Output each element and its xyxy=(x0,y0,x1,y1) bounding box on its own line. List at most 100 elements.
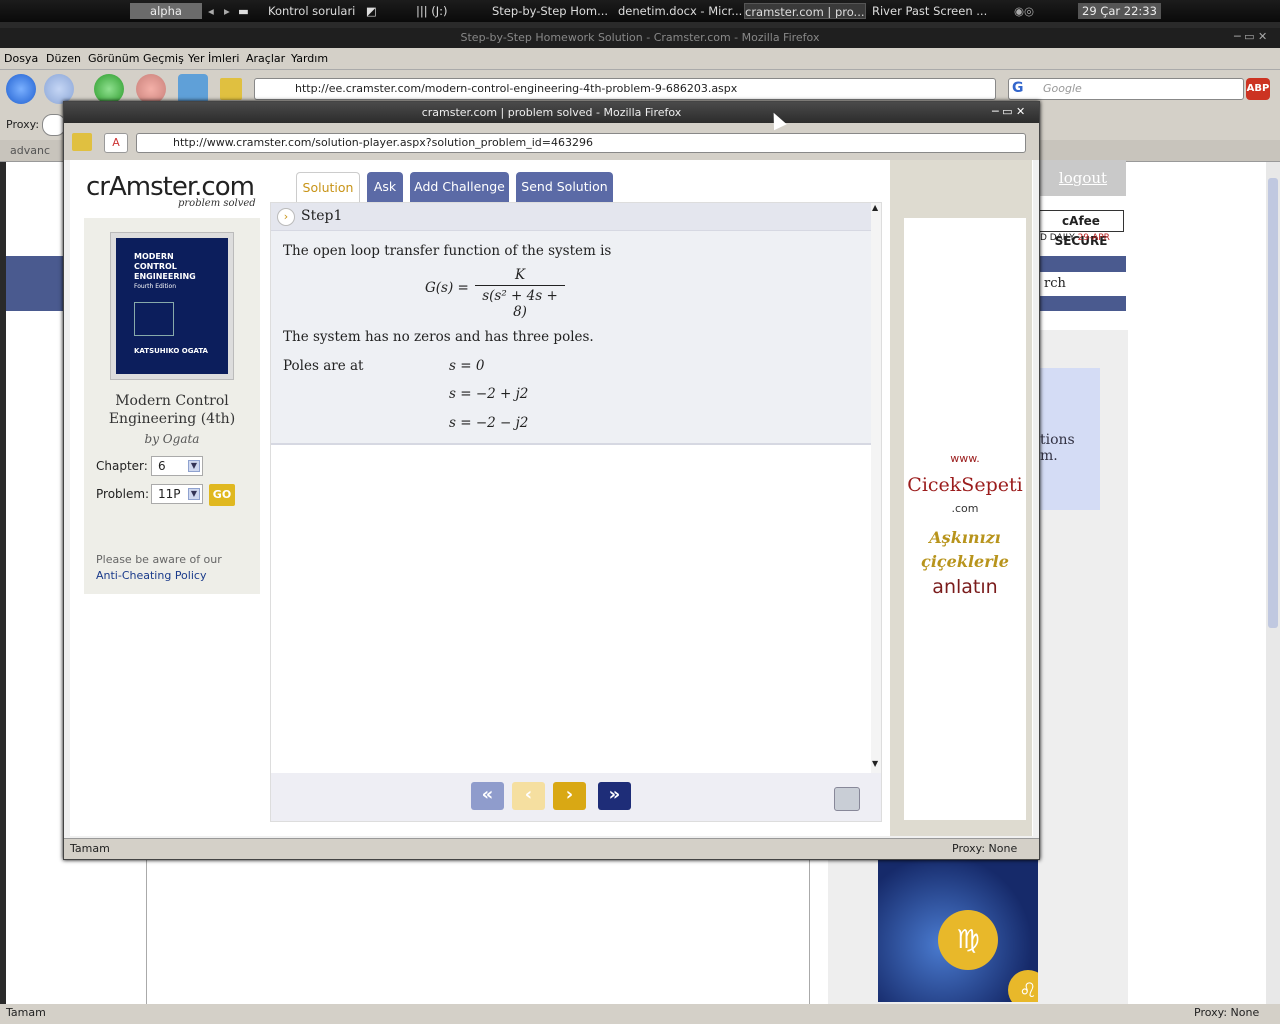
aware-text: Please be aware of our xyxy=(96,553,222,566)
step-header[interactable]: › Step1 xyxy=(271,203,871,231)
cover-line: Fourth Edition xyxy=(134,283,176,290)
app-icon: ◩ xyxy=(366,4,377,18)
last-step-button[interactable]: » xyxy=(598,782,631,810)
popup-window-controls[interactable]: ─ ▭ ✕ xyxy=(992,105,1025,118)
book-title: Modern Control Engineering (4th) xyxy=(108,393,236,427)
main-status-bar: Tamam Proxy: None xyxy=(0,1004,1280,1024)
daily-label: D DAILY xyxy=(1040,233,1075,243)
popup-url-toolbar: A http://www.cramster.com/solution-playe… xyxy=(64,123,1039,160)
print-icon[interactable] xyxy=(834,787,860,811)
google-icon[interactable]: G xyxy=(1012,80,1024,96)
tab-advanced[interactable]: advanc xyxy=(10,144,50,157)
logo-tagline: problem solved xyxy=(178,198,256,209)
chapter-select[interactable]: 6 ▼ xyxy=(151,456,203,476)
tab-add-challenge[interactable]: Add Challenge xyxy=(410,172,509,203)
card-line-1: tions xyxy=(1040,432,1075,448)
equation-fraction: K s(s² + 4s + 8) xyxy=(475,267,565,320)
popup-title: cramster.com | problem solved - Mozilla … xyxy=(64,102,1039,123)
step-navigation: « ‹ › » xyxy=(271,773,881,821)
step-text-2: The system has no zeros and has three po… xyxy=(283,329,594,345)
tray-icon[interactable]: ◉◎ xyxy=(1014,3,1034,19)
background-promo-card: tions m. xyxy=(1040,368,1100,510)
prev-arrow-icon[interactable]: ◂ xyxy=(208,3,214,19)
next-step-button[interactable]: › xyxy=(553,782,586,810)
card-line-2: m. xyxy=(1040,448,1058,464)
task-item[interactable]: River Past Screen ... xyxy=(872,3,996,19)
mcafee-badge[interactable]: cAfee SECURE xyxy=(1038,210,1124,248)
workspace-switcher[interactable]: alpha xyxy=(130,3,202,19)
expand-icon[interactable]: › xyxy=(277,208,295,226)
cover-line: ENGINEERING xyxy=(134,272,196,281)
chevron-down-icon[interactable]: ▼ xyxy=(188,488,200,500)
back-icon[interactable] xyxy=(6,74,36,104)
menu-edit[interactable]: Düzen xyxy=(46,52,81,65)
taskbar: alpha ◂ ▸ ▬ Kontrol sorulari ◩ ||| (J:) … xyxy=(0,0,1280,22)
task-item[interactable]: ||| (J:) xyxy=(416,3,486,19)
background-search-field[interactable]: rch xyxy=(1040,272,1126,296)
poles-label: Poles are at xyxy=(283,358,364,374)
proxy-label: Proxy: xyxy=(6,118,40,131)
book-cover[interactable]: MODERN CONTROL ENGINEERING Fourth Editio… xyxy=(116,238,228,374)
menu-help[interactable]: Yardım xyxy=(291,52,328,65)
apps-icon[interactable] xyxy=(72,133,92,151)
ad-www: www. xyxy=(950,452,980,465)
cover-line: MODERN xyxy=(134,252,174,261)
chapter-value: 6 xyxy=(158,459,166,473)
cover-graph-icon xyxy=(134,302,174,336)
chapter-label: Chapter: xyxy=(96,459,148,473)
scroll-up-icon[interactable]: ▲ xyxy=(872,203,878,212)
scrollbar-thumb[interactable] xyxy=(1268,178,1278,628)
menu-view[interactable]: Görünüm xyxy=(88,52,139,65)
first-step-button[interactable]: « xyxy=(471,782,504,810)
solution-pane: › Step1 The open loop transfer function … xyxy=(270,202,882,822)
problem-value: 11P xyxy=(158,487,181,501)
background-content-area xyxy=(146,860,810,1004)
problem-select[interactable]: 11P ▼ xyxy=(151,484,203,504)
cover-author: KATSUHIKO OGATA xyxy=(134,347,208,355)
adblock-icon[interactable]: ABP xyxy=(1246,78,1270,100)
task-item[interactable]: Step-by-Step Hom... xyxy=(492,3,612,19)
main-scrollbar[interactable] xyxy=(1266,162,1280,1004)
next-arrow-icon[interactable]: ▸ xyxy=(224,3,230,19)
status-text: Tamam xyxy=(6,1006,46,1019)
apps-icon[interactable] xyxy=(220,78,242,100)
menu-bookmarks[interactable]: Yer İmleri xyxy=(188,52,239,65)
home-icon[interactable] xyxy=(178,74,208,104)
popup-status-text: Tamam xyxy=(70,842,110,855)
step-title: Step1 xyxy=(301,208,343,224)
main-window-title: Step-by-Step Homework Solution - Cramste… xyxy=(0,28,1280,48)
menu-file[interactable]: Dosya xyxy=(4,52,38,65)
equation-lhs: G(s) = xyxy=(425,280,469,296)
reload-icon[interactable] xyxy=(94,74,124,104)
task-item[interactable]: Kontrol sorulari xyxy=(268,3,358,19)
previous-step-button[interactable]: ‹ xyxy=(512,782,545,810)
chevron-down-icon[interactable]: ▼ xyxy=(188,460,200,472)
proxy-status: Proxy: None xyxy=(1194,1006,1260,1019)
stop-icon[interactable] xyxy=(136,74,166,104)
tab-ask[interactable]: Ask xyxy=(367,172,403,203)
ad-com: .com xyxy=(951,502,979,515)
zodiac-image: ♍ ♌ xyxy=(878,860,1038,1002)
window-controls[interactable]: ─ ▭ ✕ xyxy=(1234,30,1267,43)
forward-icon[interactable] xyxy=(44,74,74,104)
tab-solution[interactable]: Solution xyxy=(296,172,360,203)
anti-cheating-link[interactable]: Anti-Cheating Policy xyxy=(96,569,206,582)
font-icon[interactable]: A xyxy=(104,133,128,153)
go-button[interactable]: GO xyxy=(209,484,235,506)
menu-tools[interactable]: Araçlar xyxy=(246,52,285,65)
menu-history[interactable]: Geçmiş xyxy=(143,52,184,65)
task-item[interactable]: denetim.docx - Micr... xyxy=(618,3,742,19)
step-text-1: The open loop transfer function of the s… xyxy=(283,243,612,259)
solution-scrollbar[interactable]: ▲ ▼ xyxy=(871,203,881,773)
clock: 29 Çar 22:33 xyxy=(1078,3,1161,19)
pole-3: s = −2 − j2 xyxy=(449,415,529,431)
search-input[interactable]: Google xyxy=(1008,78,1244,100)
main-url-bar[interactable]: http://ee.cramster.com/modern-control-en… xyxy=(254,78,996,100)
popup-url-bar[interactable]: http://www.cramster.com/solution-player.… xyxy=(136,133,1026,153)
ad-banner[interactable]: www. CicekSepeti .com Aşkınızı çiçeklerl… xyxy=(904,218,1026,820)
tab-send-solution[interactable]: Send Solution xyxy=(516,172,613,203)
popup-status-bar: Tamam Proxy: None xyxy=(64,838,1039,859)
logout-link[interactable]: logout xyxy=(1040,160,1126,196)
scroll-down-icon[interactable]: ▼ xyxy=(872,759,878,768)
task-item-active[interactable]: cramster.com | pro... xyxy=(744,3,866,19)
